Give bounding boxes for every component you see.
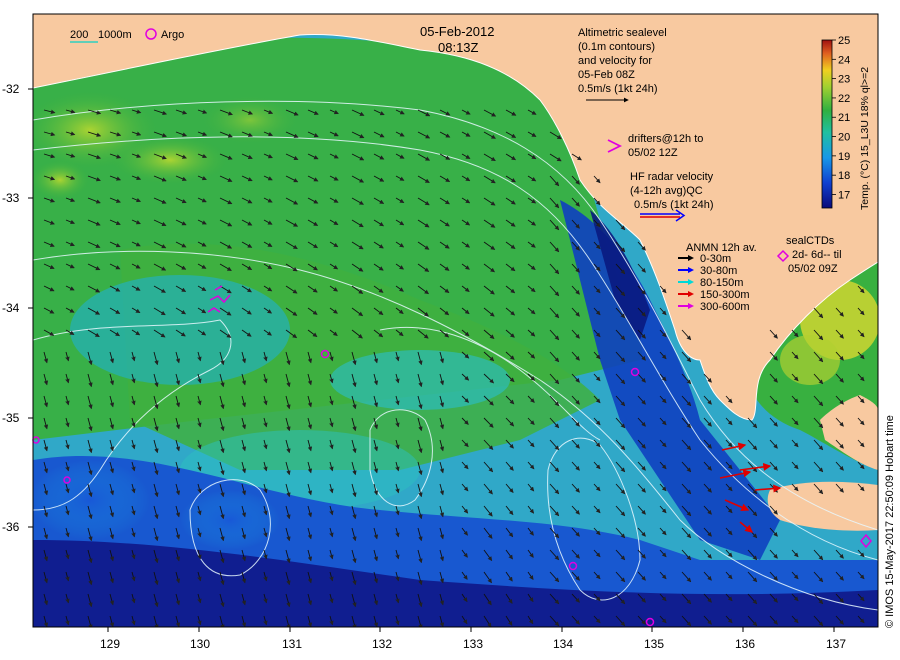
depth-label: 200 [70, 29, 88, 41]
map-canvas: -32 -33 -34 -35 -36 129 130 131 132 133 … [2, 13, 879, 651]
colorbar-tick-label: 21 [838, 112, 850, 124]
lon-label: 131 [282, 637, 302, 651]
argo-label: Argo [161, 29, 184, 41]
depth-label-2: 1000m [98, 29, 132, 41]
lon-label: 133 [463, 637, 483, 651]
anmn-item-label: 0-30m [700, 253, 731, 265]
colorbar-tick-label: 22 [838, 93, 850, 105]
hf-radar-line: (4-12h avg)QC [630, 185, 703, 197]
lat-label: -34 [2, 301, 20, 315]
colorbar-title: Temp. (°C) 15_L3U 18% ql>=2 [859, 67, 871, 210]
lon-label: 136 [735, 637, 755, 651]
lon-tick-marks [107, 627, 835, 632]
date-title: 05-Feb-2012 [420, 24, 494, 39]
hf-radar-line: 0.5m/s (1kt 24h) [634, 199, 713, 211]
lat-label: -36 [2, 520, 20, 534]
altimetry-line: 05-Feb 08Z [578, 69, 635, 81]
drifters-line: drifters@12h to [628, 133, 703, 145]
lat-tick-marks [28, 88, 33, 528]
altimetry-line: Altimetric sealevel [578, 27, 667, 39]
sst-map-figure: -32 -33 -34 -35 -36 129 130 131 132 133 … [0, 0, 900, 660]
altimetry-line: 0.5m/s (1kt 24h) [578, 83, 657, 95]
seal-ctd-line: 2d- 6d-- til [792, 249, 842, 261]
seal-ctd-legend: sealCTDs 2d- 6d-- til 05/02 09Z [776, 235, 842, 275]
anmn-item-label: 30-80m [700, 265, 737, 277]
lon-label: 134 [553, 637, 573, 651]
colorbar-tick-label: 17 [838, 189, 850, 201]
lon-label: 129 [100, 637, 120, 651]
lon-label: 130 [190, 637, 210, 651]
colorbar-gradient [821, 39, 833, 209]
colorbar-tick-label: 20 [838, 132, 850, 144]
lat-label: -33 [2, 191, 20, 205]
lon-label: 135 [644, 637, 664, 651]
anmn-item-label: 300-600m [700, 301, 750, 313]
colorbar-tick-label: 19 [838, 151, 850, 163]
lon-label: 132 [372, 637, 392, 651]
lon-label: 137 [826, 637, 846, 651]
colorbar-tick-label: 24 [838, 54, 850, 66]
time-title: 08:13Z [438, 40, 479, 55]
lat-label: -32 [2, 82, 20, 96]
colorbar-tick-label: 18 [838, 170, 850, 182]
colorbar-tick-label: 23 [838, 74, 850, 86]
colorbar-tick-label: 25 [838, 35, 850, 47]
hf-radar-line: HF radar velocity [630, 171, 714, 183]
altimetry-line: (0.1m contours) [578, 41, 655, 53]
drifters-line: 05/02 12Z [628, 147, 678, 159]
scale-legend: 200 1000m Argo [70, 28, 184, 43]
lat-label: -35 [2, 411, 20, 425]
seal-ctd-line: 05/02 09Z [788, 263, 838, 275]
seal-ctd-line: sealCTDs [786, 235, 835, 247]
anmn-item-label: 80-150m [700, 277, 743, 289]
altimetry-line: and velocity for [578, 55, 652, 67]
credit-line: © IMOS 15-May-2017 22:50:09 Hobart time [884, 415, 896, 628]
anmn-item-label: 150-300m [700, 289, 750, 301]
credit-text: © IMOS 15-May-2017 22:50:09 Hobart time [884, 415, 896, 628]
